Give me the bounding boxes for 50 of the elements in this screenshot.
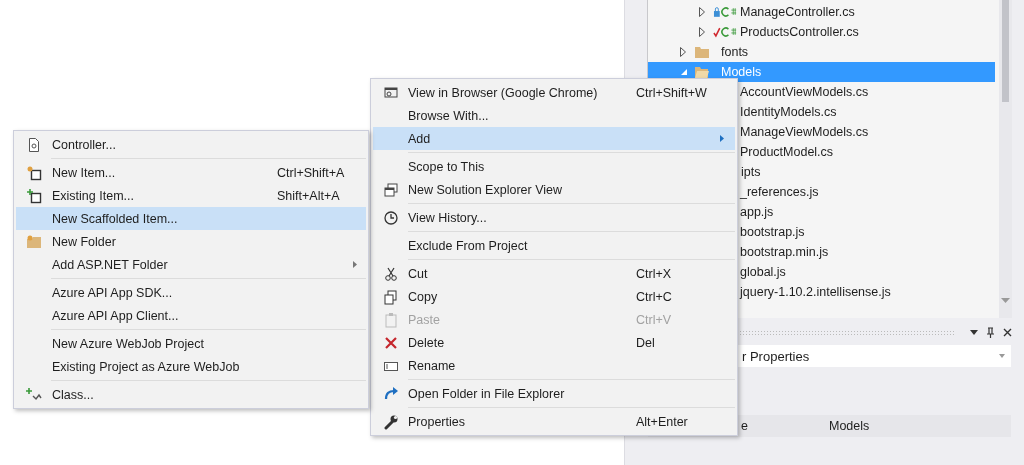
scroll-thumb[interactable] xyxy=(1002,0,1009,102)
menu-item[interactable]: New Item... Ctrl+Shift+A xyxy=(16,161,366,184)
new-item-icon xyxy=(26,164,42,181)
property-name: e xyxy=(741,419,749,433)
dropdown-icon xyxy=(999,354,1005,358)
menu-item[interactable]: Properties Alt+Enter xyxy=(373,410,735,433)
add-item-icon xyxy=(26,187,42,204)
pin-icon xyxy=(986,326,995,338)
document-icon xyxy=(26,136,42,153)
menu-item[interactable]: Controller... xyxy=(16,133,366,156)
menu-item[interactable]: Add xyxy=(373,127,735,150)
close-icon xyxy=(1003,327,1012,337)
menu-item[interactable]: New Scaffolded Item... xyxy=(16,207,366,230)
menu-item[interactable]: Copy Ctrl+C xyxy=(373,285,735,308)
menu-item[interactable]: Cut Ctrl+X xyxy=(373,262,735,285)
browser-window-icon xyxy=(382,84,399,101)
menu-item[interactable]: View in Browser (Google Chrome) Ctrl+Shift+W xyxy=(373,81,735,104)
scissors-icon xyxy=(382,265,399,282)
menu-item[interactable]: Open Folder in File Explorer xyxy=(373,382,735,405)
menu-item[interactable]: Existing Project as Azure WebJob xyxy=(16,355,366,378)
clipboard-icon xyxy=(382,311,399,328)
scrollbar[interactable] xyxy=(999,0,1012,318)
windows-icon xyxy=(382,181,399,198)
new-folder-icon xyxy=(26,233,42,250)
menu-item[interactable]: Browse With... xyxy=(373,104,735,127)
menu-item[interactable]: Existing Item... Shift+Alt+A xyxy=(16,184,366,207)
menu-item[interactable]: Scope to This xyxy=(373,155,735,178)
tree-item[interactable]: ManageController.cs xyxy=(648,2,999,22)
menu-item[interactable]: New Solution Explorer View xyxy=(373,178,735,201)
menu-item[interactable]: Azure API App SDK... xyxy=(16,281,366,304)
menu-item[interactable]: Exclude From Project xyxy=(373,234,735,257)
history-icon xyxy=(382,209,399,226)
folder-icon xyxy=(694,45,710,59)
tree-item[interactable]: fonts xyxy=(648,42,999,62)
menu-item[interactable]: Azure API App Client... xyxy=(16,304,366,327)
menu-item[interactable]: Add ASP.NET Folder xyxy=(16,253,366,276)
dropdown-icon xyxy=(970,329,978,335)
copy-icon xyxy=(382,288,399,305)
wrench-icon xyxy=(382,413,399,430)
tree-item[interactable]: ProductsController.cs xyxy=(648,22,999,42)
menu-item[interactable]: New Azure WebJob Project xyxy=(16,332,366,355)
delete-icon xyxy=(382,334,399,351)
open-folder-icon xyxy=(694,65,710,79)
menu-item[interactable]: New Folder xyxy=(16,230,366,253)
class-icon xyxy=(26,386,42,403)
scroll-down-icon[interactable] xyxy=(1001,298,1010,303)
menu-item[interactable]: View History... xyxy=(373,206,735,229)
property-value: Models xyxy=(829,419,870,433)
menu-item[interactable]: Class... xyxy=(16,383,366,406)
curved-arrow-icon xyxy=(382,385,399,402)
